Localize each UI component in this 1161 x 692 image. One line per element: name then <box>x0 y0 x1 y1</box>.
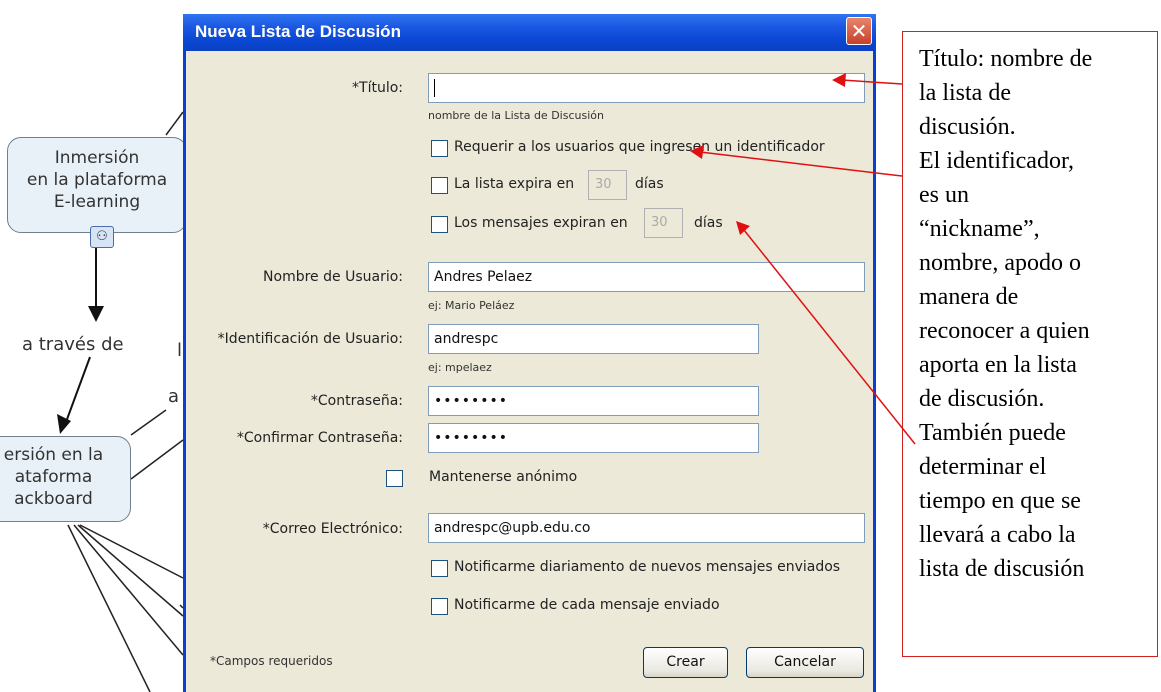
list-expires-unit: días <box>635 176 664 192</box>
node-line: ataforma <box>14 467 93 487</box>
anonymous-label[interactable]: Mantenerse anónimo <box>429 469 577 485</box>
title-hint: nombre de la Lista de Discusión <box>428 109 604 122</box>
annotation-line: El identificador, <box>919 148 1074 174</box>
dialog-titlebar[interactable]: Nueva Lista de Discusión ✕ <box>183 14 876 51</box>
username-hint: ej: Mario Peláez <box>428 299 515 312</box>
annotation-line: discusión. <box>919 114 1016 140</box>
node-line: en la plataforma <box>26 170 168 190</box>
annotation-line: de discusión. <box>919 386 1045 412</box>
node-line: ackboard <box>14 489 93 509</box>
annotation-line: lista de discusión <box>919 556 1085 582</box>
require-identifier-label[interactable]: Requerir a los usuarios que ingresen un … <box>454 139 825 155</box>
link-fragment: a <box>168 386 180 407</box>
user-id-hint: ej: mpelaez <box>428 361 492 374</box>
annotation-line: reconocer a quien <box>919 318 1090 344</box>
notify-each-label[interactable]: Notificarme de cada mensaje enviado <box>454 597 720 613</box>
list-expires-checkbox[interactable] <box>431 177 448 194</box>
annotation-line: llevará a cabo la <box>919 522 1076 548</box>
user-id-input[interactable]: andrespc <box>428 324 759 354</box>
title-label: *Título: <box>352 80 403 96</box>
new-discussion-list-dialog: Nueva Lista de Discusión ✕ *Título: nomb… <box>183 14 876 692</box>
messages-expire-checkbox[interactable] <box>431 216 448 233</box>
list-expires-label[interactable]: La lista expira en <box>454 176 574 192</box>
required-fields-note: *Campos requeridos <box>210 654 333 668</box>
annotation-line: manera de <box>919 284 1019 310</box>
password-input[interactable]: •••••••• <box>428 386 759 416</box>
anonymous-checkbox[interactable] <box>386 470 403 487</box>
close-icon: ✕ <box>850 19 868 43</box>
notify-daily-label[interactable]: Notificarme diariamento de nuevos mensaj… <box>454 559 840 575</box>
title-input[interactable] <box>428 73 865 103</box>
node-line: Inmersión <box>54 148 140 168</box>
annotation-line: nombre, apodo o <box>919 250 1081 276</box>
require-identifier-checkbox[interactable] <box>431 140 448 157</box>
annotation-line: la lista de <box>919 80 1011 106</box>
concept-node-blackboard[interactable]: ersión en la ataforma ackboard <box>0 436 131 522</box>
username-label: Nombre de Usuario: <box>263 269 403 285</box>
resource-group-icon[interactable]: ⚇ <box>90 226 114 248</box>
email-label: *Correo Electrónico: <box>262 521 403 537</box>
annotation-line: aporta en la lista <box>919 352 1077 378</box>
user-id-label: *Identificación de Usuario: <box>217 331 403 347</box>
messages-expire-unit: días <box>694 215 723 231</box>
annotation-line: “nickname”, <box>919 216 1040 242</box>
annotation-line: es un <box>919 182 969 208</box>
node-line: E-learning <box>53 192 141 212</box>
list-expires-days-input: 30 <box>588 170 627 200</box>
annotation-box: Título: nombre de la lista de discusión.… <box>902 31 1158 657</box>
link-label: a través de <box>22 334 124 355</box>
messages-expire-label[interactable]: Los mensajes expiran en <box>454 215 628 231</box>
link-fragment: l <box>177 340 183 361</box>
username-input[interactable]: Andres Pelaez <box>428 262 865 292</box>
cancel-button[interactable]: Cancelar <box>746 647 864 678</box>
close-button[interactable]: ✕ <box>846 17 872 45</box>
annotation-line: Título: nombre de <box>919 46 1093 72</box>
messages-expire-days-input: 30 <box>644 208 683 238</box>
dialog-title: Nueva Lista de Discusión <box>195 22 401 41</box>
email-input[interactable]: andrespc@upb.edu.co <box>428 513 865 543</box>
notify-daily-checkbox[interactable] <box>431 560 448 577</box>
node-line: ersión en la <box>3 445 104 465</box>
annotation-line: determinar el <box>919 454 1047 480</box>
notify-each-checkbox[interactable] <box>431 598 448 615</box>
confirm-password-label: *Confirmar Contraseña: <box>236 430 403 446</box>
annotation-line: tiempo en que se <box>919 488 1081 514</box>
concept-node-elearning[interactable]: Inmersión en la plataforma E-learning ⚇ <box>7 137 187 248</box>
text-caret <box>434 79 435 97</box>
annotation-line: También puede <box>919 420 1066 446</box>
create-button[interactable]: Crear <box>643 647 728 678</box>
confirm-password-input[interactable]: •••••••• <box>428 423 759 453</box>
password-label: *Contraseña: <box>310 393 403 409</box>
